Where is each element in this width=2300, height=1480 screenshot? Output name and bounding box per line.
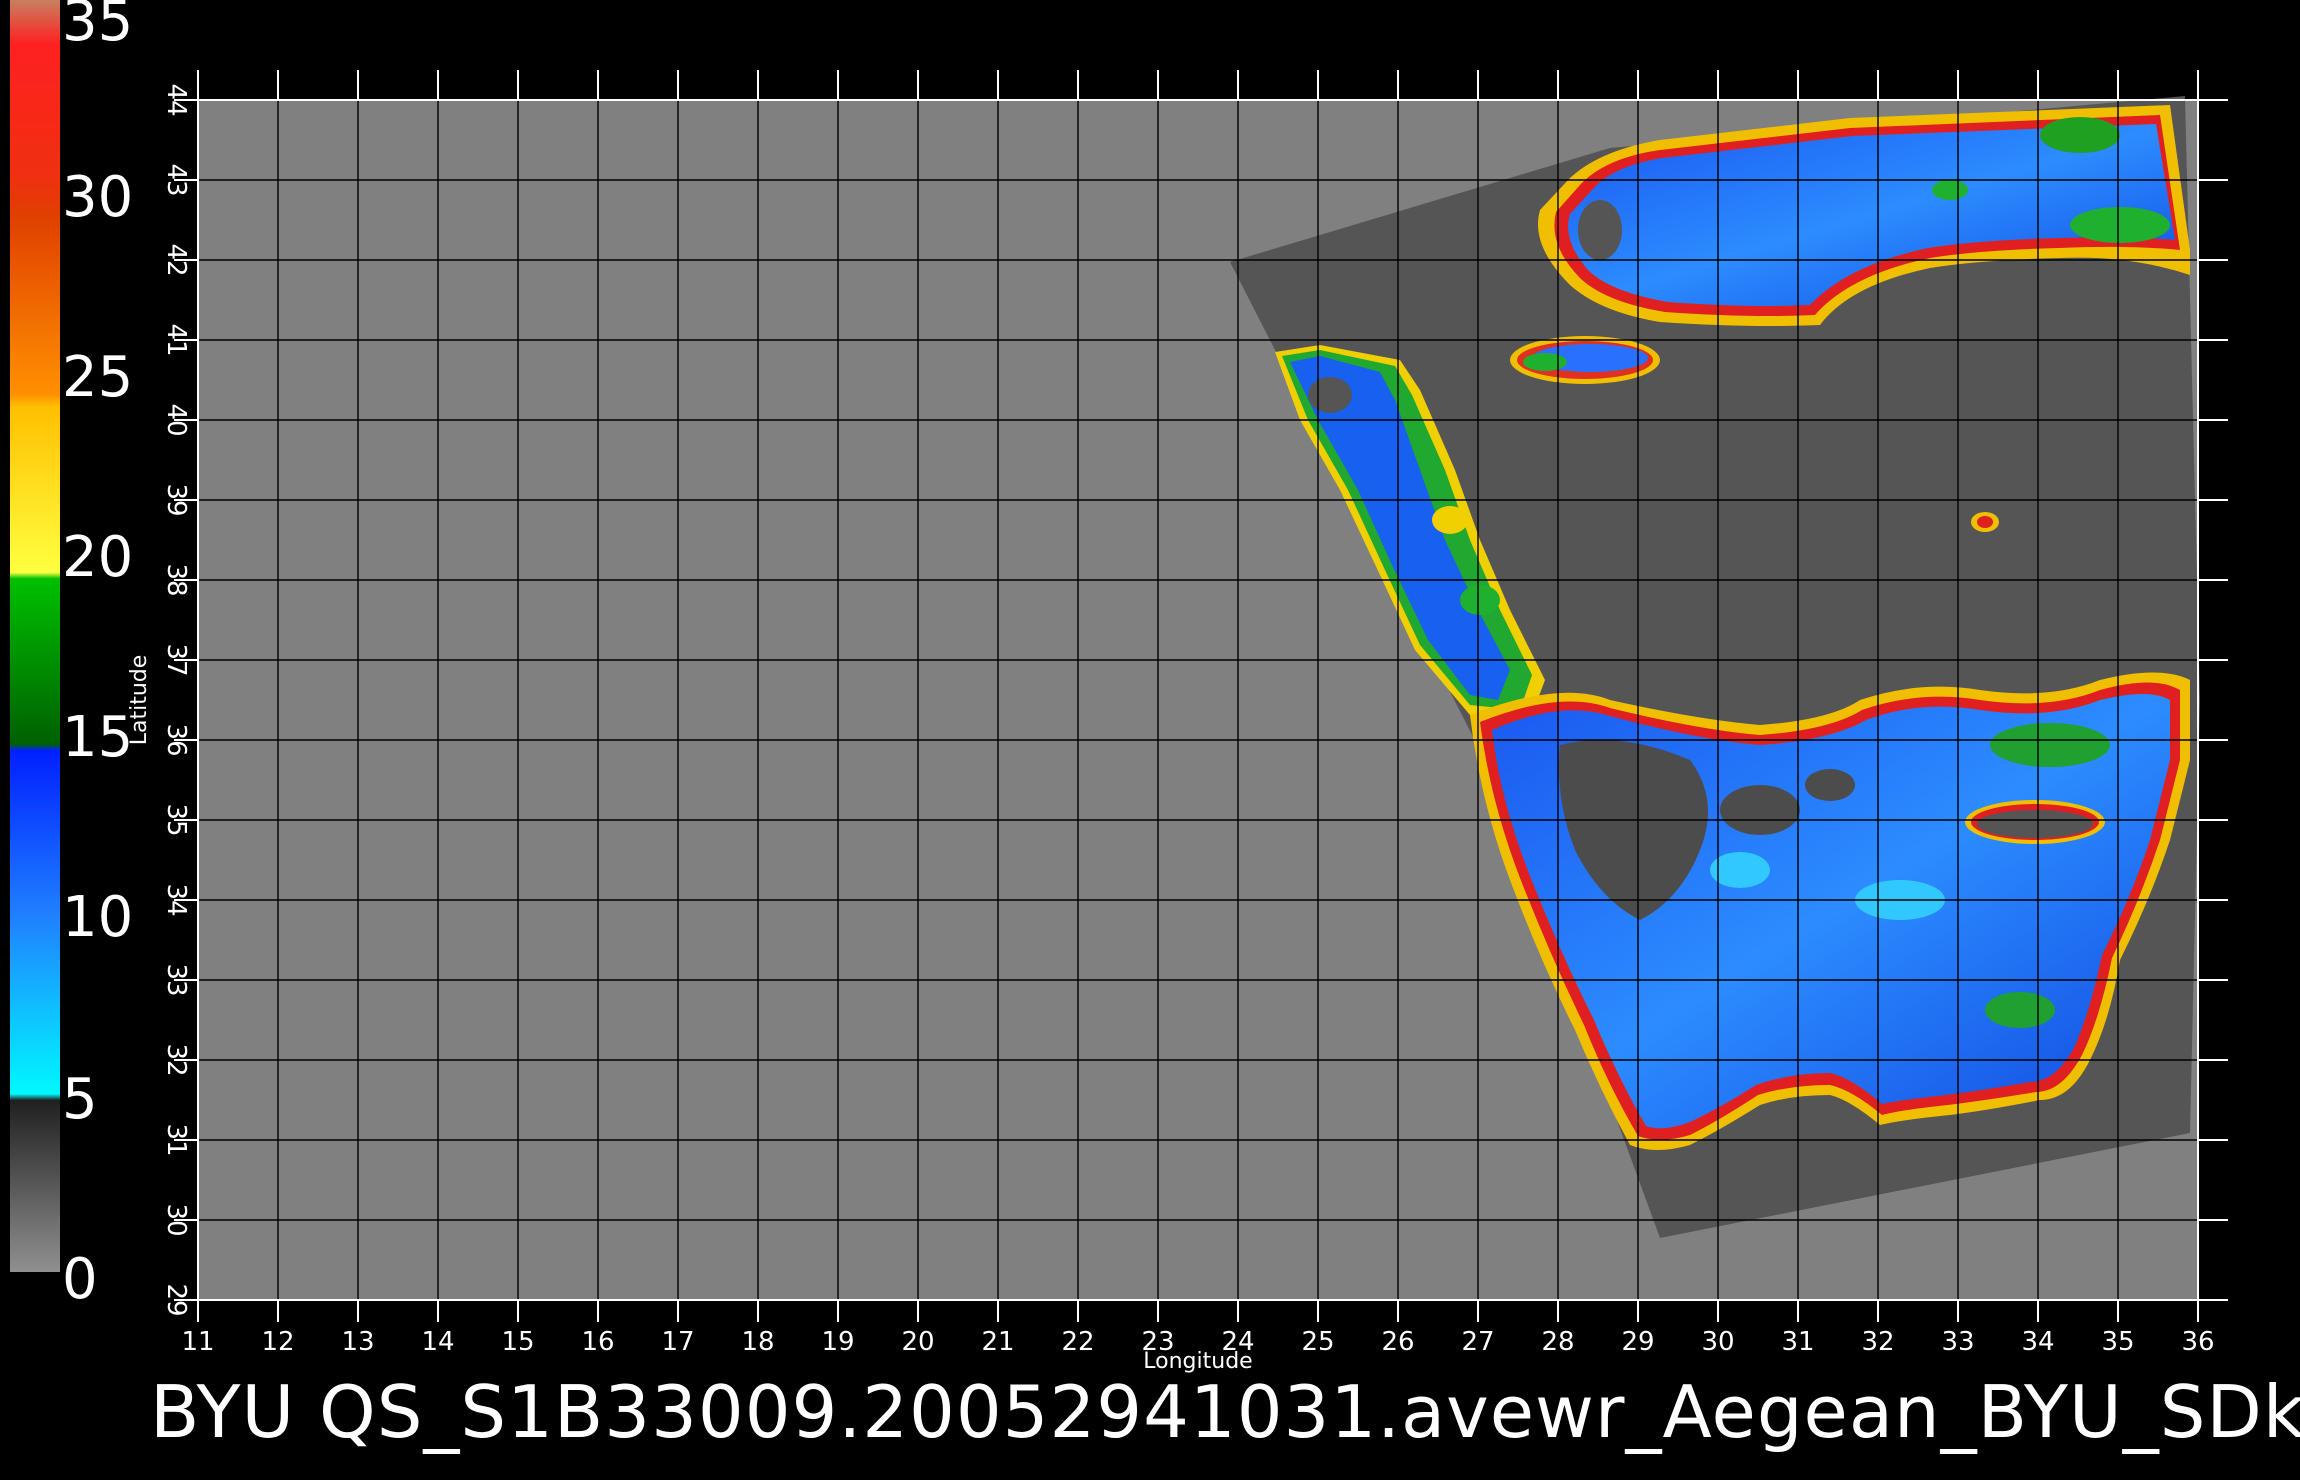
longitude-tick-label: 26: [1381, 1327, 1414, 1357]
longitude-tick-label: 20: [901, 1327, 934, 1357]
latitude-tick-label: 38: [161, 563, 191, 596]
latitude-axis-title: Latitude: [127, 655, 152, 746]
longitude-tick-label: 16: [581, 1327, 614, 1357]
longitude-tick-label: 31: [1781, 1327, 1814, 1357]
longitude-tick-label: 35: [2101, 1327, 2134, 1357]
product-title: BYU QS_S1B33009.20052941031.avewr_Aegean…: [150, 1370, 2300, 1454]
latitude-tick-label: 35: [161, 803, 191, 836]
longitude-tick-label: 19: [821, 1327, 854, 1357]
latitude-tick-label: 34: [161, 883, 191, 916]
longitude-tick-label: 32: [1861, 1327, 1894, 1357]
longitude-tick-label: 14: [421, 1327, 454, 1357]
latitude-tick-label: 30: [161, 1203, 191, 1236]
latitude-tick-label: 44: [161, 83, 191, 116]
latitude-tick-label: 36: [161, 723, 191, 756]
longitude-tick-label: 13: [341, 1327, 374, 1357]
latitude-tick-label: 40: [161, 403, 191, 436]
wind-map: 11 12 13 14 15 16 17 18 19 20 21 22 23 24 25 26 27 28 29 30…: [127, 70, 2228, 1374]
latitude-tick-label: 37: [161, 643, 191, 676]
longitude-tick-label: 11: [181, 1327, 214, 1357]
longitude-tick-label: 36: [2181, 1327, 2214, 1357]
longitude-tick-label: 15: [501, 1327, 534, 1357]
longitude-tick-label: 29: [1621, 1327, 1654, 1357]
longitude-tick-label: 27: [1461, 1327, 1494, 1357]
latitude-tick-label: 41: [161, 323, 191, 356]
latitude-tick-label: 33: [161, 963, 191, 996]
latitude-tick-label: 42: [161, 243, 191, 276]
latitude-tick-label: 43: [161, 163, 191, 196]
longitude-tick-label: 34: [2021, 1327, 2054, 1357]
latitude-tick-label: 39: [161, 483, 191, 516]
longitude-tick-label: 21: [981, 1327, 1014, 1357]
longitude-tick-label: 33: [1941, 1327, 1974, 1357]
longitude-tick-label: 18: [741, 1327, 774, 1357]
longitude-tick-label: 22: [1061, 1327, 1094, 1357]
latitude-tick-label: 32: [161, 1043, 191, 1076]
longitude-tick-label: 28: [1541, 1327, 1574, 1357]
latitude-tick-label: 31: [161, 1123, 191, 1156]
longitude-tick-label: 12: [261, 1327, 294, 1357]
longitude-tick-label: 30: [1701, 1327, 1734, 1357]
longitude-tick-label: 25: [1301, 1327, 1334, 1357]
latitude-tick-label: 29: [161, 1283, 191, 1316]
longitude-tick-label: 17: [661, 1327, 694, 1357]
